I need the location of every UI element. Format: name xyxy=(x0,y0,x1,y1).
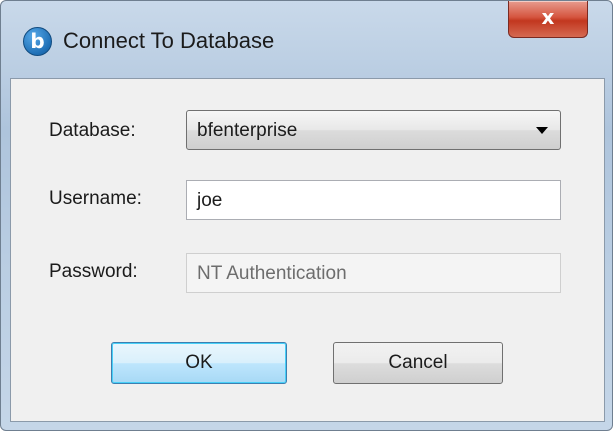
username-label: Username: xyxy=(49,188,142,209)
password-field: NT Authentication xyxy=(186,253,561,293)
database-select-value: bfenterprise xyxy=(197,120,298,141)
password-label: Password: xyxy=(49,261,138,282)
close-icon: x xyxy=(541,5,555,29)
database-select[interactable]: bfenterprise xyxy=(186,110,561,150)
password-value: NT Authentication xyxy=(197,263,347,284)
cancel-button[interactable]: Cancel xyxy=(333,342,503,384)
dialog-title: Connect To Database xyxy=(63,28,275,53)
app-logo-icon: b xyxy=(23,27,52,56)
ok-button[interactable]: OK xyxy=(111,342,287,384)
chevron-down-icon xyxy=(536,127,548,134)
dialog-body: Database: bfenterprise Username: joe Pas… xyxy=(10,78,605,422)
connect-dialog: b Connect To Database x Database: bfente… xyxy=(0,0,613,431)
close-button[interactable]: x xyxy=(508,1,588,38)
username-field[interactable]: joe xyxy=(186,180,561,220)
username-value: joe xyxy=(197,190,223,211)
database-label: Database: xyxy=(49,120,136,141)
